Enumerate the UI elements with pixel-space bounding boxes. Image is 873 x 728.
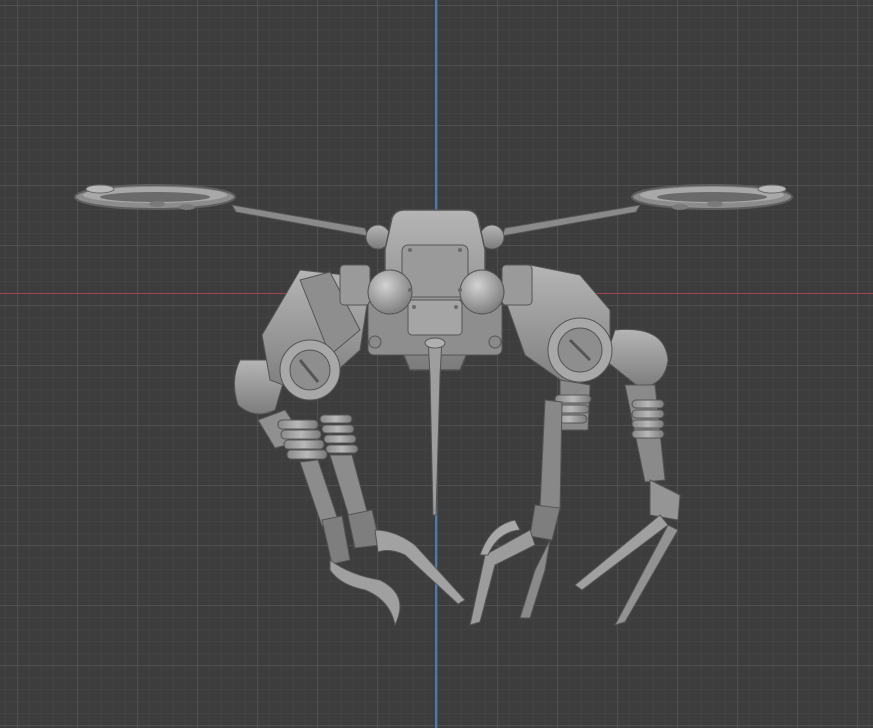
left-shoulder — [261, 264, 371, 401]
robot-mosquito-model[interactable] — [0, 0, 873, 728]
right-shoulder — [499, 264, 613, 391]
3d-viewport[interactable] — [0, 0, 873, 728]
right-rotor — [501, 184, 793, 237]
right-front-leg — [469, 379, 592, 626]
left-rear-leg — [234, 359, 401, 627]
left-rotor — [74, 184, 369, 237]
